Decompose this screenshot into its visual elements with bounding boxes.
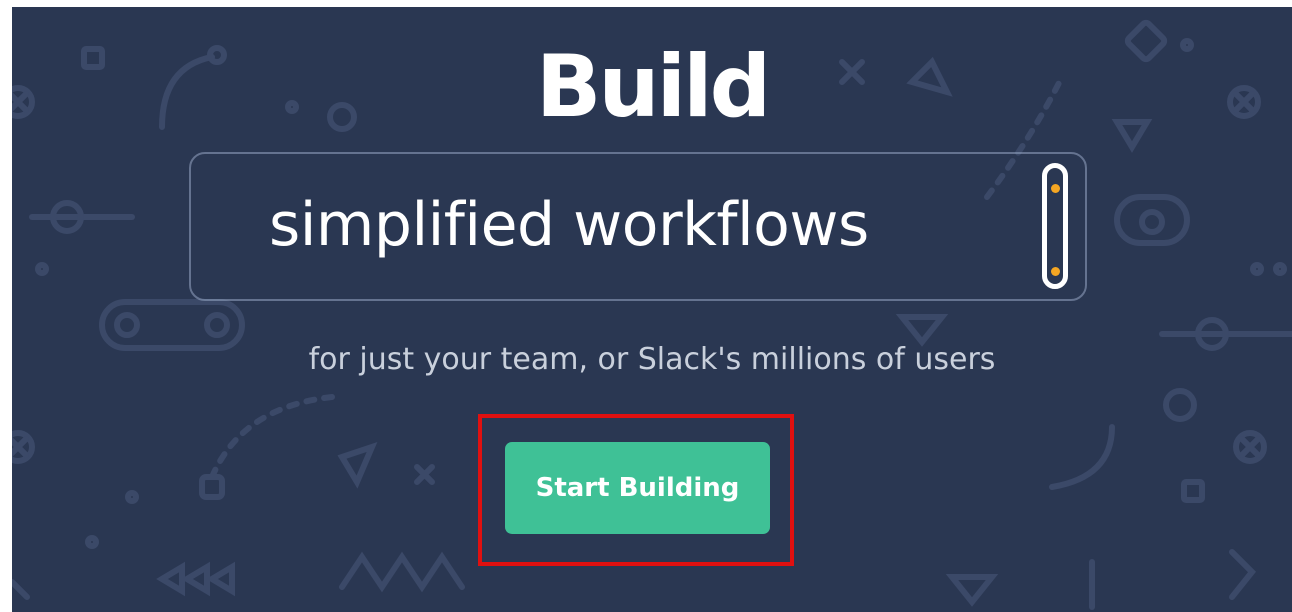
start-building-button[interactable]: Start Building xyxy=(505,442,770,534)
gear-icon xyxy=(114,312,140,338)
hero-section: Build simplified workflows for just your… xyxy=(12,7,1292,612)
scroll-dot-top xyxy=(1051,184,1060,193)
rotating-text: simplified workflows xyxy=(269,190,869,260)
scroll-handle-icon xyxy=(1042,163,1068,289)
page-title: Build xyxy=(535,37,771,137)
dot-icon xyxy=(1250,262,1264,276)
subtitle: for just your team, or Slack's millions … xyxy=(308,342,996,377)
rotating-text-box: simplified workflows xyxy=(189,152,1087,301)
scroll-dot-bottom xyxy=(1051,267,1060,276)
